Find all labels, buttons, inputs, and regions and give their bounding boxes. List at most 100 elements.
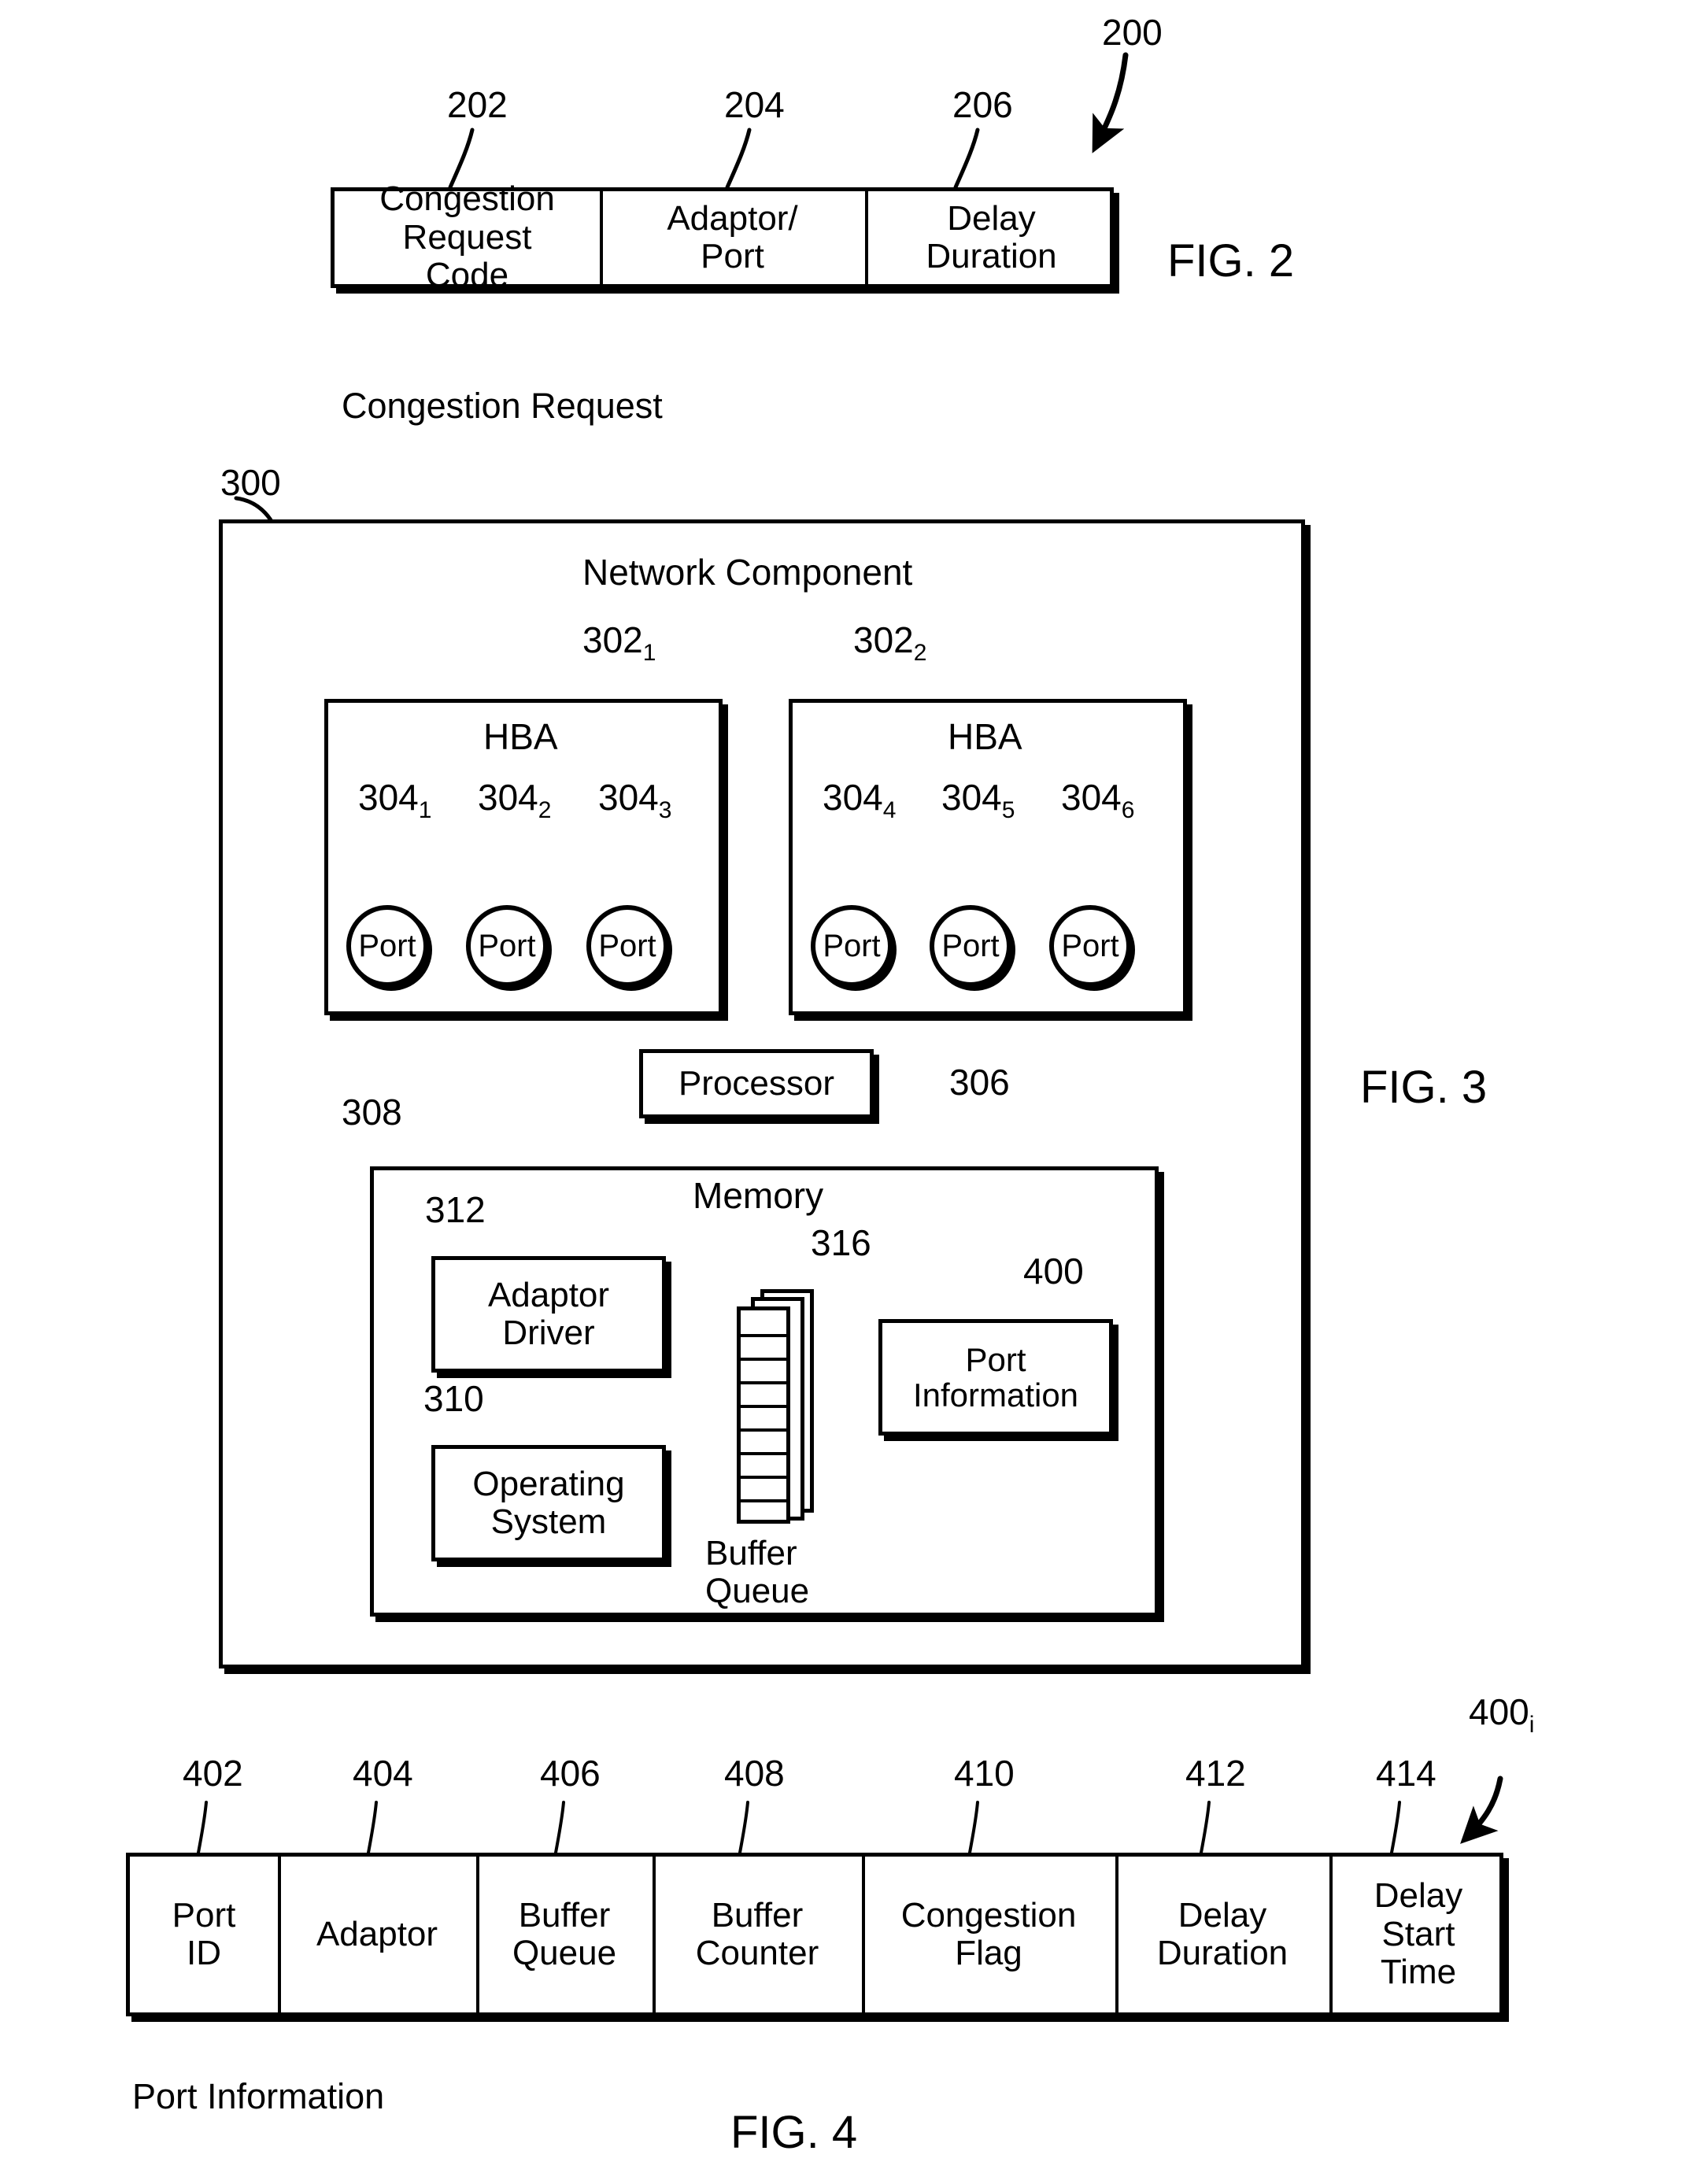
queue-slot-divider xyxy=(741,1405,786,1408)
ref-404: 404 xyxy=(353,1753,413,1794)
port-label: Port xyxy=(1061,928,1119,963)
field-label: Delay Duration xyxy=(926,198,1057,275)
ref-400-memory: 400 xyxy=(1023,1251,1084,1292)
leader-200 xyxy=(1092,52,1129,153)
queue-slot-divider xyxy=(741,1381,786,1384)
field-congestion-flag: Congestion Flag xyxy=(862,1857,1115,2012)
congestion-request-frame: Congestion Request Code Adaptor/ Port De… xyxy=(331,180,1114,294)
operating-system-label: Operating System xyxy=(472,1465,625,1541)
fig4-caption: Port Information xyxy=(132,2076,385,2116)
ref-number: 400 xyxy=(1469,1691,1529,1732)
ref-304-3: 3043 xyxy=(598,779,671,822)
ref-304-6: 3046 xyxy=(1061,777,1134,822)
ref-number: 304 xyxy=(1061,777,1122,818)
port-node-4[interactable]: Port xyxy=(811,905,893,987)
field-label: Adaptor xyxy=(316,1914,438,1953)
field-label: Port ID xyxy=(172,1895,236,1972)
ref-302-1: 3021 xyxy=(582,619,656,665)
hba-1-label: HBA xyxy=(483,716,558,757)
ref-subscript: 5 xyxy=(1001,797,1015,823)
port-node-1[interactable]: Port xyxy=(346,905,428,987)
adaptor-driver-label: Adaptor Driver xyxy=(487,1276,610,1352)
ref-316: 316 xyxy=(811,1222,871,1263)
ref-312: 312 xyxy=(425,1189,486,1230)
field-delay-start-time: Delay Start Time xyxy=(1329,1857,1507,2012)
ref-subscript: 3 xyxy=(658,797,672,823)
ref-200: 200 xyxy=(1102,12,1163,53)
ref-number: 304 xyxy=(358,777,419,818)
port-node-2[interactable]: Port xyxy=(466,905,548,987)
ref-300: 300 xyxy=(220,462,281,503)
field-buffer-counter: Buffer Counter xyxy=(653,1857,862,2012)
field-buffer-queue: Buffer Queue xyxy=(476,1857,653,2012)
ref-412: 412 xyxy=(1185,1753,1246,1794)
queue-slot-divider xyxy=(741,1476,786,1479)
leader-400i xyxy=(1460,1776,1503,1844)
ref-204: 204 xyxy=(724,84,785,125)
field-port-id: Port ID xyxy=(130,1857,278,2012)
field-adaptor: Adaptor xyxy=(278,1857,476,2012)
field-label: Congestion Flag xyxy=(900,1895,1077,1972)
ref-306: 306 xyxy=(949,1062,1010,1103)
leader-402 xyxy=(197,1801,208,1854)
leader-414 xyxy=(1390,1801,1401,1854)
field-label: Adaptor/ Port xyxy=(667,198,798,275)
ref-subscript: 1 xyxy=(642,640,656,666)
ref-number: 302 xyxy=(582,619,643,660)
field-label: Buffer Queue xyxy=(512,1895,617,1972)
queue-slot-divider xyxy=(741,1334,786,1337)
port-node-3[interactable]: Port xyxy=(586,905,668,987)
port-information-frame: Port Information xyxy=(878,1319,1113,1436)
fig3-label: FIG. 3 xyxy=(1360,1062,1488,1113)
processor-frame: Processor xyxy=(639,1049,874,1118)
port-information-label: Port Information xyxy=(912,1340,1079,1414)
queue-slot-divider xyxy=(741,1499,786,1502)
ref-414: 414 xyxy=(1376,1753,1436,1794)
ref-406: 406 xyxy=(540,1753,601,1794)
ref-302-2: 3022 xyxy=(853,619,926,665)
leader-202 xyxy=(448,127,475,190)
ref-410: 410 xyxy=(954,1753,1015,1794)
field-label: Congestion Request Code xyxy=(379,179,555,295)
field-label: Delay Duration xyxy=(1156,1895,1289,1972)
port-node-6[interactable]: Port xyxy=(1049,905,1131,987)
ref-310: 310 xyxy=(423,1378,484,1419)
ref-subscript: 1 xyxy=(418,797,432,823)
port-label: Port xyxy=(478,928,536,963)
field-label: Buffer Counter xyxy=(695,1895,819,1972)
ref-304-4: 3044 xyxy=(823,779,896,822)
leader-406 xyxy=(554,1801,565,1854)
ref-subscript: 2 xyxy=(913,640,927,666)
network-component-title: Network Component xyxy=(582,552,913,593)
field-congestion-request-code: Congestion Request Code xyxy=(335,180,600,294)
buffer-queue-label: Buffer Queue xyxy=(705,1534,810,1610)
ref-304-1: 3041 xyxy=(358,777,431,822)
ref-number: 304 xyxy=(478,777,538,818)
port-label: Port xyxy=(941,928,1000,963)
adaptor-driver-frame: Adaptor Driver xyxy=(431,1256,666,1373)
memory-title: Memory xyxy=(693,1175,824,1216)
operating-system-frame: Operating System xyxy=(431,1445,666,1561)
leader-408 xyxy=(738,1801,749,1854)
port-node-5[interactable]: Port xyxy=(930,905,1011,987)
ref-subscript: i xyxy=(1529,1712,1535,1738)
port-label: Port xyxy=(358,928,416,963)
ref-402: 402 xyxy=(183,1753,243,1794)
ref-subscript: 2 xyxy=(538,797,552,823)
leader-204 xyxy=(725,127,752,190)
fig4-label: FIG. 4 xyxy=(730,2107,858,2158)
queue-slot-divider xyxy=(741,1358,786,1361)
leader-404 xyxy=(367,1801,378,1854)
ref-408: 408 xyxy=(724,1753,785,1794)
ref-400i: 400i xyxy=(1469,1691,1534,1737)
ref-subscript: 4 xyxy=(882,797,897,823)
leader-412 xyxy=(1200,1801,1211,1854)
queue-slot-divider xyxy=(741,1428,786,1432)
ref-304-2: 3042 xyxy=(478,777,551,822)
leader-206 xyxy=(953,127,980,190)
field-delay-duration: Delay Duration xyxy=(1115,1857,1329,2012)
buffer-queue-card-front xyxy=(737,1306,790,1524)
ref-number: 302 xyxy=(853,619,914,660)
queue-slot-divider xyxy=(741,1452,786,1455)
ref-308: 308 xyxy=(342,1092,402,1133)
